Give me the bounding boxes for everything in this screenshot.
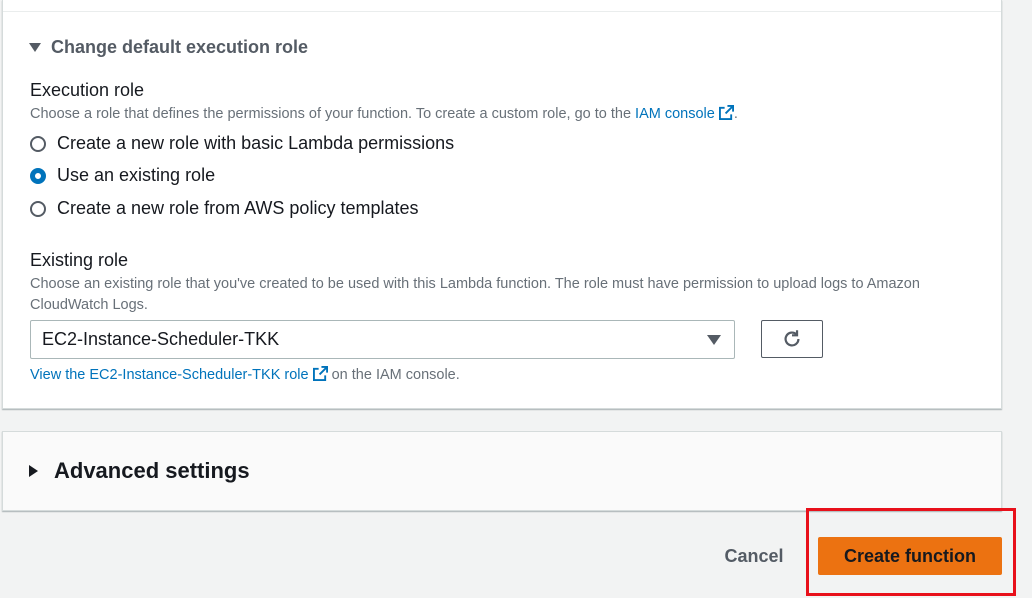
- change-execution-role-toggle[interactable]: Change default execution role: [29, 37, 308, 58]
- refresh-icon: [784, 330, 800, 347]
- view-role-link-label: View the EC2-Instance-Scheduler-TKK role: [30, 367, 309, 383]
- radio-label: Use an existing role: [57, 165, 216, 185]
- radio-button[interactable]: [30, 200, 46, 217]
- existing-role-title: Existing role: [30, 250, 129, 270]
- description-text: Choose a role that defines the permissio…: [30, 106, 636, 122]
- view-role-link[interactable]: View the EC2-Instance-Scheduler-TKK role: [30, 366, 328, 383]
- external-link-icon: [312, 366, 328, 381]
- create-function-button[interactable]: Create function: [818, 537, 1002, 575]
- view-role-suffix: on the IAM console.: [327, 367, 460, 383]
- refresh-roles-button[interactable]: [761, 320, 823, 358]
- caret-down-icon: [707, 334, 721, 345]
- radio-create-from-policy-templates[interactable]: Create a new role from AWS policy templa…: [30, 198, 418, 219]
- execution-role-panel: Change default execution role Execution …: [2, 0, 1002, 409]
- radio-create-basic-role[interactable]: Create a new role with basic Lambda perm…: [30, 133, 454, 154]
- view-role-row: View the EC2-Instance-Scheduler-TKK role…: [30, 366, 460, 383]
- caret-down-icon: [29, 43, 41, 52]
- advanced-settings-label: Advanced settings: [54, 458, 250, 483]
- description-suffix: .: [733, 106, 738, 122]
- toggle-label: Change default execution role: [51, 37, 309, 57]
- radio-use-existing-role[interactable]: Use an existing role: [30, 165, 215, 186]
- panel-divider: [3, 11, 1001, 12]
- radio-label: Create a new role with basic Lambda perm…: [57, 133, 455, 153]
- execution-role-title: Execution role: [30, 80, 145, 100]
- iam-console-link[interactable]: IAM console: [635, 105, 734, 122]
- existing-role-select[interactable]: EC2-Instance-Scheduler-TKK: [30, 320, 735, 359]
- existing-role-selected-value: EC2-Instance-Scheduler-TKK: [42, 329, 280, 349]
- radio-label: Create a new role from AWS policy templa…: [57, 198, 419, 218]
- existing-role-description: Choose an existing role that you've crea…: [30, 276, 920, 313]
- iam-console-link-label: IAM console: [635, 106, 715, 122]
- radio-button[interactable]: [30, 135, 46, 152]
- execution-role-description: Choose a role that defines the permissio…: [30, 104, 990, 125]
- cancel-button[interactable]: Cancel: [712, 539, 796, 573]
- advanced-settings-panel: Advanced settings: [2, 431, 1002, 511]
- advanced-settings-toggle[interactable]: Advanced settings: [29, 458, 250, 484]
- radio-button-selected[interactable]: [30, 167, 46, 184]
- caret-right-icon: [29, 465, 38, 477]
- external-link-icon: [718, 105, 734, 120]
